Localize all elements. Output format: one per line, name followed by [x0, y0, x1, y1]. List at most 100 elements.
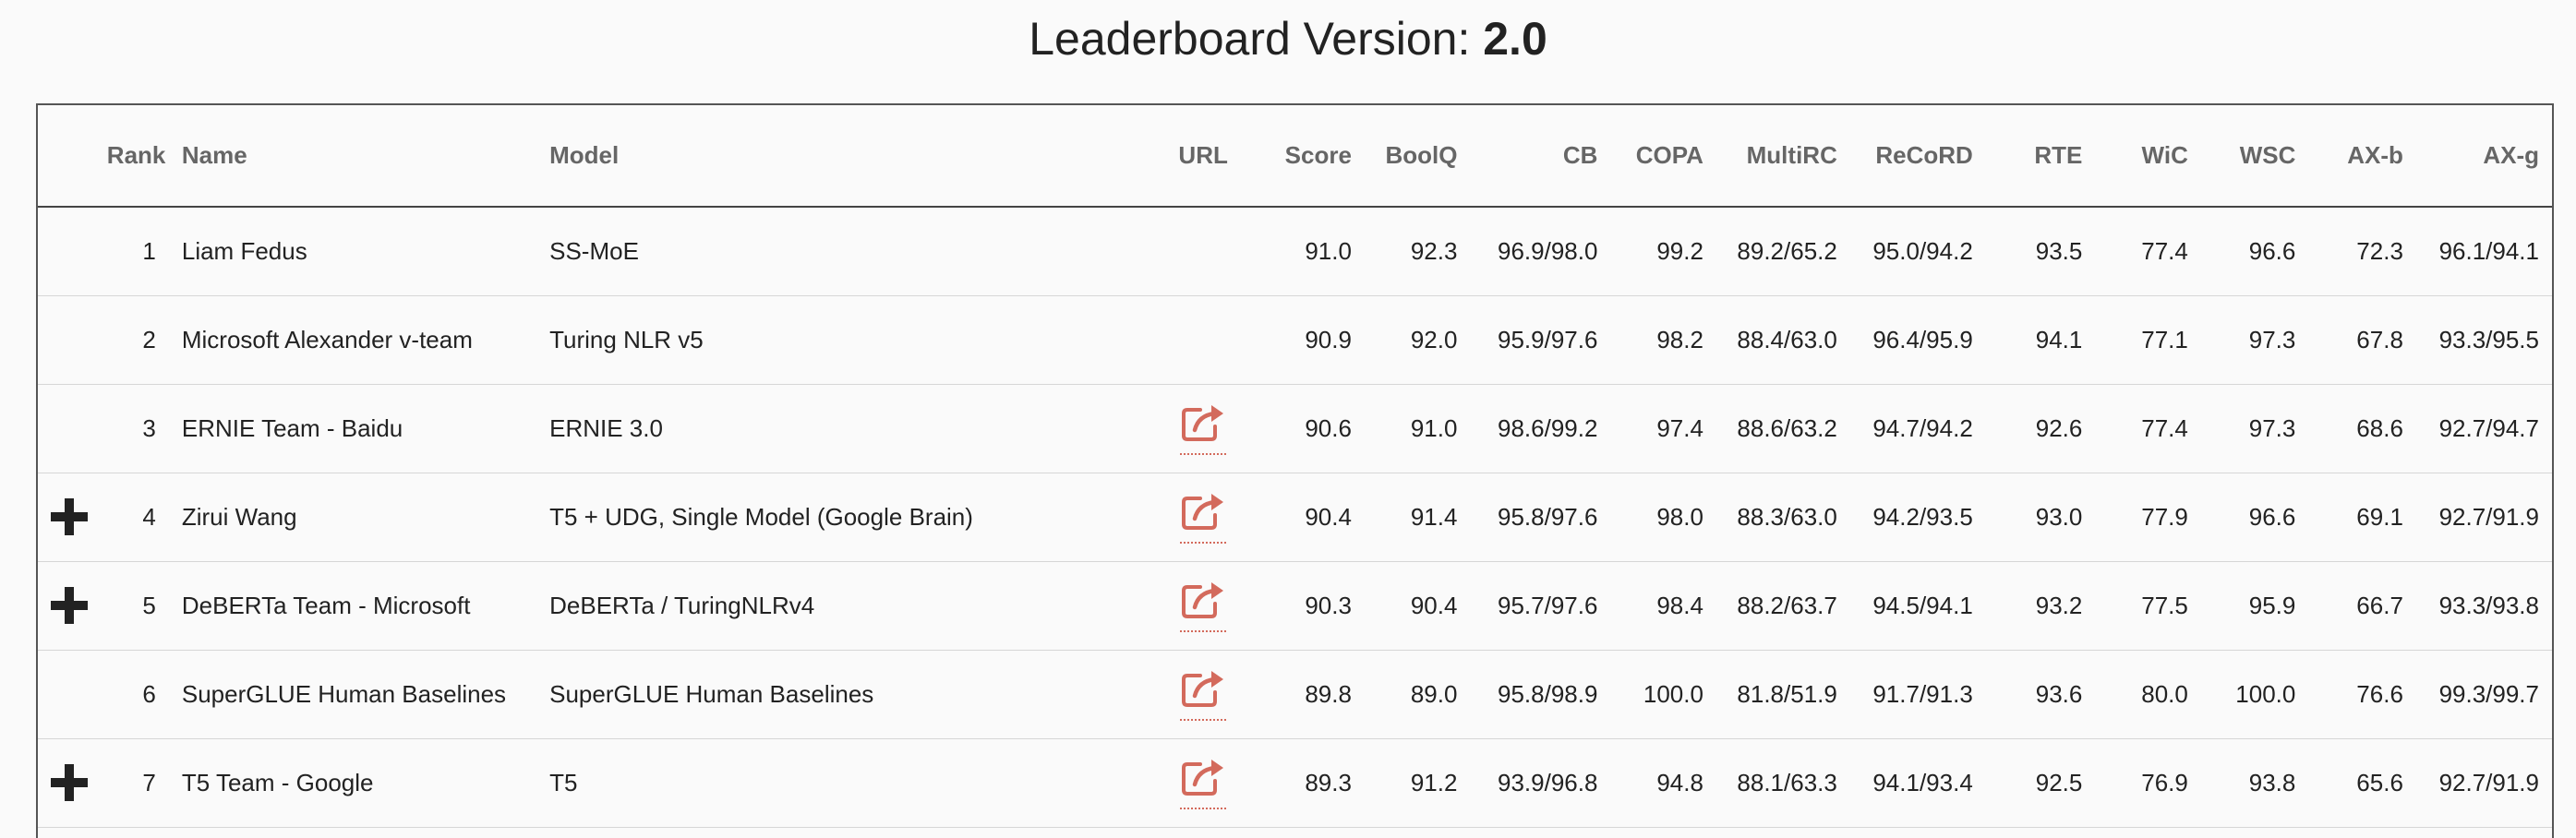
- cell-model: ERNIE 3.0: [536, 384, 1154, 473]
- cell-url: [1153, 738, 1253, 828]
- cell-name: Zirui Wang: [168, 473, 537, 562]
- title-prefix: Leaderboard Version:: [1029, 13, 1484, 65]
- cell-rank: 7: [93, 738, 169, 828]
- cell-record: 94.1/93.4: [1849, 738, 1986, 828]
- cell-axg: 92.7/94.7: [2415, 384, 2552, 473]
- cell-axb: 67.8: [2308, 295, 2416, 385]
- cell-rank: 4: [93, 473, 169, 562]
- plus-icon[interactable]: [51, 764, 88, 801]
- external-link-icon[interactable]: [1180, 757, 1227, 809]
- header-axb[interactable]: AX-b: [2308, 105, 2416, 208]
- cell-wic: 77.4: [2095, 207, 2201, 296]
- header-multirc[interactable]: MultiRC: [1715, 105, 1850, 208]
- header-boolq[interactable]: BoolQ: [1364, 105, 1471, 208]
- cell-rte: 92.6: [1985, 384, 2096, 473]
- header-wsc[interactable]: WSC: [2200, 105, 2309, 208]
- cell-multirc: 81.8/51.9: [1715, 650, 1850, 739]
- cell-wic: 77.1: [2095, 295, 2201, 385]
- cell-multirc: 88.3/63.0: [1715, 473, 1850, 562]
- row-expand-cell: [38, 473, 94, 562]
- version-number: 2.0: [1483, 13, 1547, 65]
- cell-url: [1153, 473, 1253, 562]
- cell-axb: 72.3: [2308, 207, 2416, 296]
- cell-multirc: 89.2/65.2: [1715, 207, 1850, 296]
- cell-record: 94.2/93.5: [1849, 473, 1986, 562]
- header-axg[interactable]: AX-g: [2415, 105, 2552, 208]
- cell-axb: 65.6: [2308, 738, 2416, 828]
- header-copa[interactable]: COPA: [1610, 105, 1716, 208]
- cell-url: [1153, 650, 1253, 739]
- cell-wic: 77.5: [2095, 561, 2201, 651]
- cell-axg: 93.3/95.5: [2415, 295, 2552, 385]
- cell-rank: 3: [93, 384, 169, 473]
- cell-copa: 97.4: [1610, 384, 1716, 473]
- cell-multirc: 88.4/63.0: [1715, 295, 1850, 385]
- cell-record: 94.7/94.2: [1849, 384, 1986, 473]
- cell-wic: 77.4: [2095, 384, 2201, 473]
- cell-rte: 92.5: [1985, 738, 2096, 828]
- external-link-icon[interactable]: [1180, 491, 1227, 544]
- row-expand-cell: [38, 207, 94, 296]
- cell-rank: 6: [93, 650, 169, 739]
- cell-multirc: 88.1/63.3: [1715, 738, 1850, 828]
- cell-model: Turing NLR v5: [536, 295, 1154, 385]
- header-model[interactable]: Model: [536, 105, 1154, 208]
- cell-cb: 93.9/96.8: [1470, 738, 1611, 828]
- cell-wic: 76.9: [2095, 738, 2201, 828]
- header-rte[interactable]: RTE: [1985, 105, 2096, 208]
- cell-model: T5 + UDG, Single Model (Google Brain): [536, 473, 1154, 562]
- cell-rank: 1: [93, 207, 169, 296]
- cell-axg: 93.3/93.8: [2415, 561, 2552, 651]
- header-record[interactable]: ReCoRD: [1849, 105, 1986, 208]
- cell-url: [1153, 295, 1253, 385]
- external-link-icon[interactable]: [1180, 580, 1227, 632]
- header-expand: [38, 105, 94, 208]
- cell-wsc: 97.3: [2200, 295, 2309, 385]
- header-cb[interactable]: CB: [1470, 105, 1611, 208]
- cell-multirc: 88.2/63.7: [1715, 561, 1850, 651]
- header-score[interactable]: Score: [1252, 105, 1365, 208]
- table-row: 4 Zirui Wang T5 + UDG, Single Model (Googl…: [38, 473, 2552, 562]
- leaderboard-table-container: Rank Name Model URL Score BoolQ CB COPA …: [36, 103, 2554, 838]
- cell-copa: 98.4: [1610, 561, 1716, 651]
- cell-rte: 93.0: [1985, 473, 2096, 562]
- cell-cb: 95.7/97.6: [1470, 561, 1611, 651]
- cell-score: 90.4: [1252, 473, 1365, 562]
- header-url[interactable]: URL: [1153, 105, 1253, 208]
- plus-icon[interactable]: [51, 587, 88, 624]
- header-row: Rank Name Model URL Score BoolQ CB COPA …: [38, 105, 2552, 208]
- cell-model: T5: [536, 738, 1154, 828]
- cell-cb: 95.8/97.6: [1470, 473, 1611, 562]
- cell-record: 96.4/95.9: [1849, 295, 1986, 385]
- cell-score: 89.3: [1252, 738, 1365, 828]
- row-expand-cell: [38, 295, 94, 385]
- cell-boolq: 91.2: [1364, 738, 1471, 828]
- cell-record: 91.7/91.3: [1849, 650, 1986, 739]
- cell-wsc: 95.9: [2200, 561, 2309, 651]
- plus-icon[interactable]: [51, 498, 88, 535]
- cell-boolq: 92.3: [1364, 207, 1471, 296]
- cell-rte: 93.2: [1985, 561, 2096, 651]
- cell-boolq: 91.0: [1364, 384, 1471, 473]
- header-name[interactable]: Name: [168, 105, 537, 208]
- cell-record: 95.0/94.2: [1849, 207, 1986, 296]
- cell-cb: 96.9/98.0: [1470, 207, 1611, 296]
- cell-score: 90.3: [1252, 561, 1365, 651]
- cell-url: [1153, 207, 1253, 296]
- table-row: 1 Liam Fedus SS-MoE 91.0 92.3 96.9/98.0 99.2 89…: [38, 207, 2552, 296]
- cell-axb: 66.7: [2308, 561, 2416, 651]
- cell-rank: 5: [93, 561, 169, 651]
- cell-boolq: 89.0: [1364, 650, 1471, 739]
- cell-axb: 68.6: [2308, 384, 2416, 473]
- cell-rank: 2: [93, 295, 169, 385]
- external-link-icon[interactable]: [1180, 402, 1227, 455]
- cell-axb: 69.1: [2308, 473, 2416, 562]
- header-rank[interactable]: Rank: [93, 105, 169, 208]
- row-expand-cell: [38, 384, 94, 473]
- header-wic[interactable]: WiC: [2095, 105, 2201, 208]
- cell-axb: 76.6: [2308, 650, 2416, 739]
- external-link-icon[interactable]: [1180, 668, 1227, 721]
- cell-cb: 95.9/97.6: [1470, 295, 1611, 385]
- cell-name: T5 Team - Google: [168, 738, 537, 828]
- cell-axg: 99.3/99.7: [2415, 650, 2552, 739]
